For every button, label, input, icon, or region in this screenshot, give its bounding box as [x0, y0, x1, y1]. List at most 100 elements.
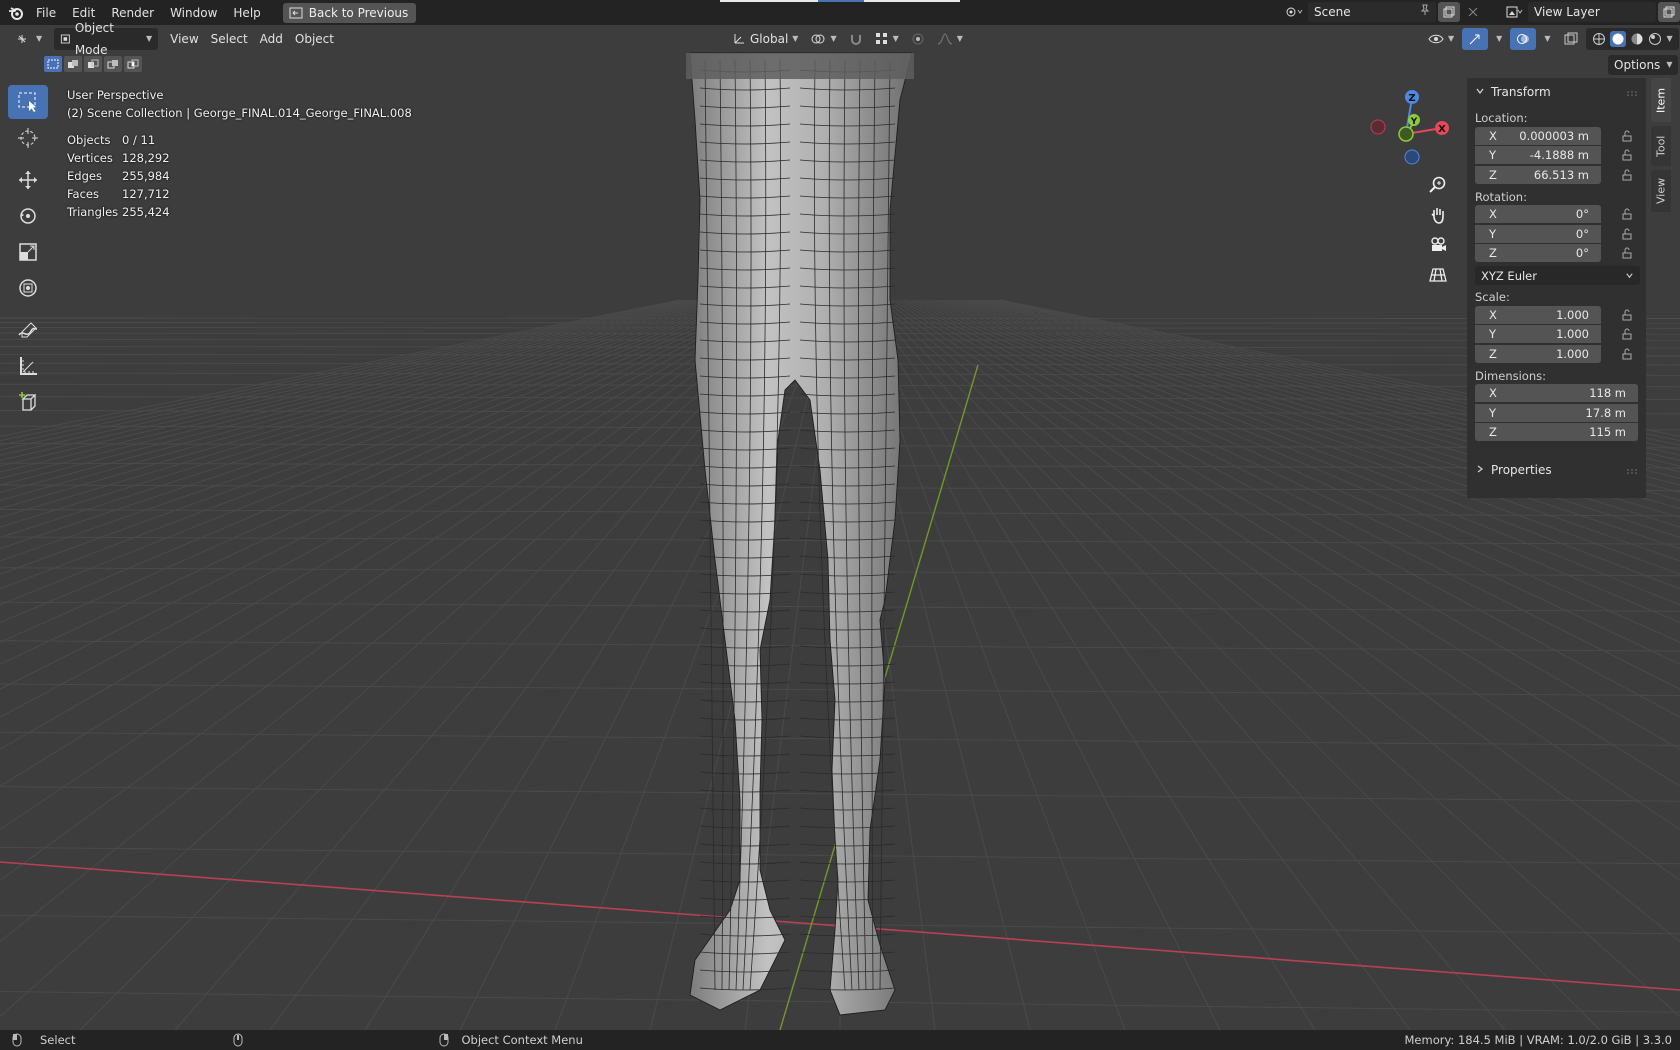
- select-intersect-mode[interactable]: [124, 56, 142, 72]
- xray-toggle[interactable]: [1558, 28, 1584, 50]
- scene-type-icon[interactable]: [1284, 2, 1306, 22]
- pivot-dropdown[interactable]: ▼: [804, 28, 842, 50]
- pan-button[interactable]: [1424, 201, 1452, 229]
- lock-icon[interactable]: [1617, 169, 1637, 181]
- scale-tool[interactable]: [8, 235, 48, 269]
- magnet-icon: [850, 35, 861, 45]
- location-y-field[interactable]: Y -4.1888 m: [1475, 146, 1601, 165]
- rotation-x-field[interactable]: X 0°: [1475, 205, 1601, 224]
- pin-icon[interactable]: [1420, 2, 1430, 22]
- material-shading-icon[interactable]: [1630, 32, 1644, 46]
- view-layer-field[interactable]: View Layer: [1528, 2, 1656, 22]
- scale-y-row: Y 1.000: [1475, 325, 1638, 345]
- falloff-dropdown[interactable]: ▼: [931, 28, 969, 50]
- view-layer-type-icon[interactable]: [1504, 2, 1526, 22]
- add-cube-icon: [19, 392, 37, 411]
- add-cube-tool[interactable]: [8, 385, 48, 419]
- navigation-gizmo[interactable]: Z Y X: [1370, 86, 1450, 170]
- annotate-tool[interactable]: [8, 313, 48, 347]
- stat-value: 0 / 11: [122, 133, 156, 147]
- visibility-dropdown[interactable]: ▼: [1422, 28, 1460, 50]
- measure-tool[interactable]: [8, 349, 48, 383]
- transform-tool[interactable]: [8, 271, 48, 305]
- menu-select[interactable]: Select: [205, 28, 254, 50]
- select-extend-mode[interactable]: [64, 56, 82, 72]
- blender-logo-icon[interactable]: [4, 1, 28, 25]
- lock-icon[interactable]: [1617, 228, 1637, 240]
- dimensions-x-field[interactable]: X 118 m: [1475, 384, 1638, 403]
- delete-scene-icon[interactable]: [1462, 2, 1484, 22]
- stat-value: 128,292: [122, 151, 170, 165]
- lock-icon[interactable]: [1617, 130, 1637, 142]
- proportional-edit-toggle[interactable]: [905, 28, 931, 50]
- menu-help[interactable]: Help: [225, 2, 268, 24]
- gizmo-dropdown[interactable]: ▼: [1490, 28, 1508, 50]
- zoom-button[interactable]: [1424, 171, 1452, 199]
- select-box-tool[interactable]: [8, 85, 48, 119]
- menu-add[interactable]: Add: [254, 28, 289, 50]
- camera-view-button[interactable]: [1424, 231, 1452, 259]
- menu-window[interactable]: Window: [162, 2, 225, 24]
- ortho-toggle-button[interactable]: [1424, 261, 1452, 289]
- menu-view[interactable]: View: [164, 28, 204, 50]
- overlays-toggle[interactable]: [1510, 28, 1537, 50]
- select-subtract-mode[interactable]: [84, 56, 102, 72]
- properties-panel-header[interactable]: Properties: [1475, 456, 1638, 484]
- move-tool[interactable]: [8, 163, 48, 197]
- status-context-hint: Object Context Menu: [439, 1033, 583, 1047]
- gizmo-z-label: Z: [1408, 93, 1415, 104]
- lock-icon[interactable]: [1617, 309, 1637, 321]
- field-value: 0°: [1575, 226, 1589, 241]
- location-z-field[interactable]: Z 66.513 m: [1475, 165, 1601, 184]
- rendered-shading-icon[interactable]: [1648, 32, 1662, 46]
- lock-icon[interactable]: [1617, 348, 1637, 360]
- drag-handle-icon[interactable]: [1626, 463, 1638, 477]
- editor-type-button[interactable]: ▼: [10, 28, 48, 50]
- item-sidebar: Transform Location: X 0.000003 m Y -4.1888…: [1467, 78, 1646, 498]
- lock-icon[interactable]: [1617, 247, 1637, 259]
- rotation-mode-dropdown[interactable]: XYZ Euler: [1475, 266, 1640, 285]
- scale-y-field[interactable]: Y 1.000: [1475, 325, 1601, 344]
- solid-shading-icon[interactable]: [1610, 31, 1627, 47]
- gizmo-toggle[interactable]: [1462, 28, 1489, 50]
- mode-dropdown[interactable]: Object Mode ▼: [54, 21, 159, 57]
- transform-panel-header[interactable]: Transform: [1475, 78, 1638, 106]
- options-label: Options: [1614, 58, 1661, 72]
- menu-file[interactable]: File: [28, 2, 64, 24]
- scene-field[interactable]: Scene: [1308, 2, 1436, 22]
- menu-object[interactable]: Object: [289, 28, 340, 50]
- options-dropdown[interactable]: Options ▼: [1608, 55, 1679, 75]
- dimensions-z-field[interactable]: Z 115 m: [1475, 423, 1638, 442]
- tab-tool[interactable]: Tool: [1651, 126, 1671, 166]
- back-to-previous-button[interactable]: Back to Previous: [282, 2, 417, 23]
- dimensions-y-field[interactable]: Y 17.8 m: [1475, 403, 1638, 422]
- wireframe-shading-icon[interactable]: [1592, 32, 1606, 46]
- drag-handle-icon[interactable]: [1626, 78, 1638, 106]
- status-middle-mouse: [233, 1033, 243, 1047]
- new-view-layer-icon[interactable]: [1658, 2, 1680, 22]
- rotation-z-field[interactable]: Z 0°: [1475, 244, 1601, 263]
- lock-icon[interactable]: [1617, 208, 1637, 220]
- select-invert-mode[interactable]: [104, 56, 122, 72]
- overlays-dropdown[interactable]: ▼: [1538, 28, 1556, 50]
- orientation-dropdown[interactable]: Global ▼: [726, 28, 804, 50]
- rotation-y-field[interactable]: Y 0°: [1475, 224, 1601, 243]
- axis-label: Z: [1489, 425, 1497, 440]
- lock-icon[interactable]: [1617, 149, 1637, 161]
- shading-modes: ▼: [1586, 28, 1679, 50]
- rotate-tool[interactable]: [8, 199, 48, 233]
- axis-label: Z: [1489, 167, 1497, 182]
- cursor-tool[interactable]: [8, 121, 48, 155]
- scale-z-field[interactable]: Z 1.000: [1475, 344, 1601, 363]
- back-icon: [289, 7, 303, 18]
- lock-icon[interactable]: [1617, 328, 1637, 340]
- tab-item[interactable]: Item: [1651, 78, 1671, 122]
- location-x-field[interactable]: X 0.000003 m: [1475, 126, 1601, 145]
- snap-toggle[interactable]: [843, 28, 869, 50]
- new-scene-icon[interactable]: [1438, 2, 1460, 22]
- select-new-mode[interactable]: [44, 56, 62, 72]
- scale-x-field[interactable]: X 1.000: [1475, 305, 1601, 324]
- tab-view[interactable]: View: [1651, 170, 1671, 212]
- snap-target-dropdown[interactable]: ▼: [869, 28, 905, 50]
- status-select-hint: Select: [12, 1033, 75, 1047]
